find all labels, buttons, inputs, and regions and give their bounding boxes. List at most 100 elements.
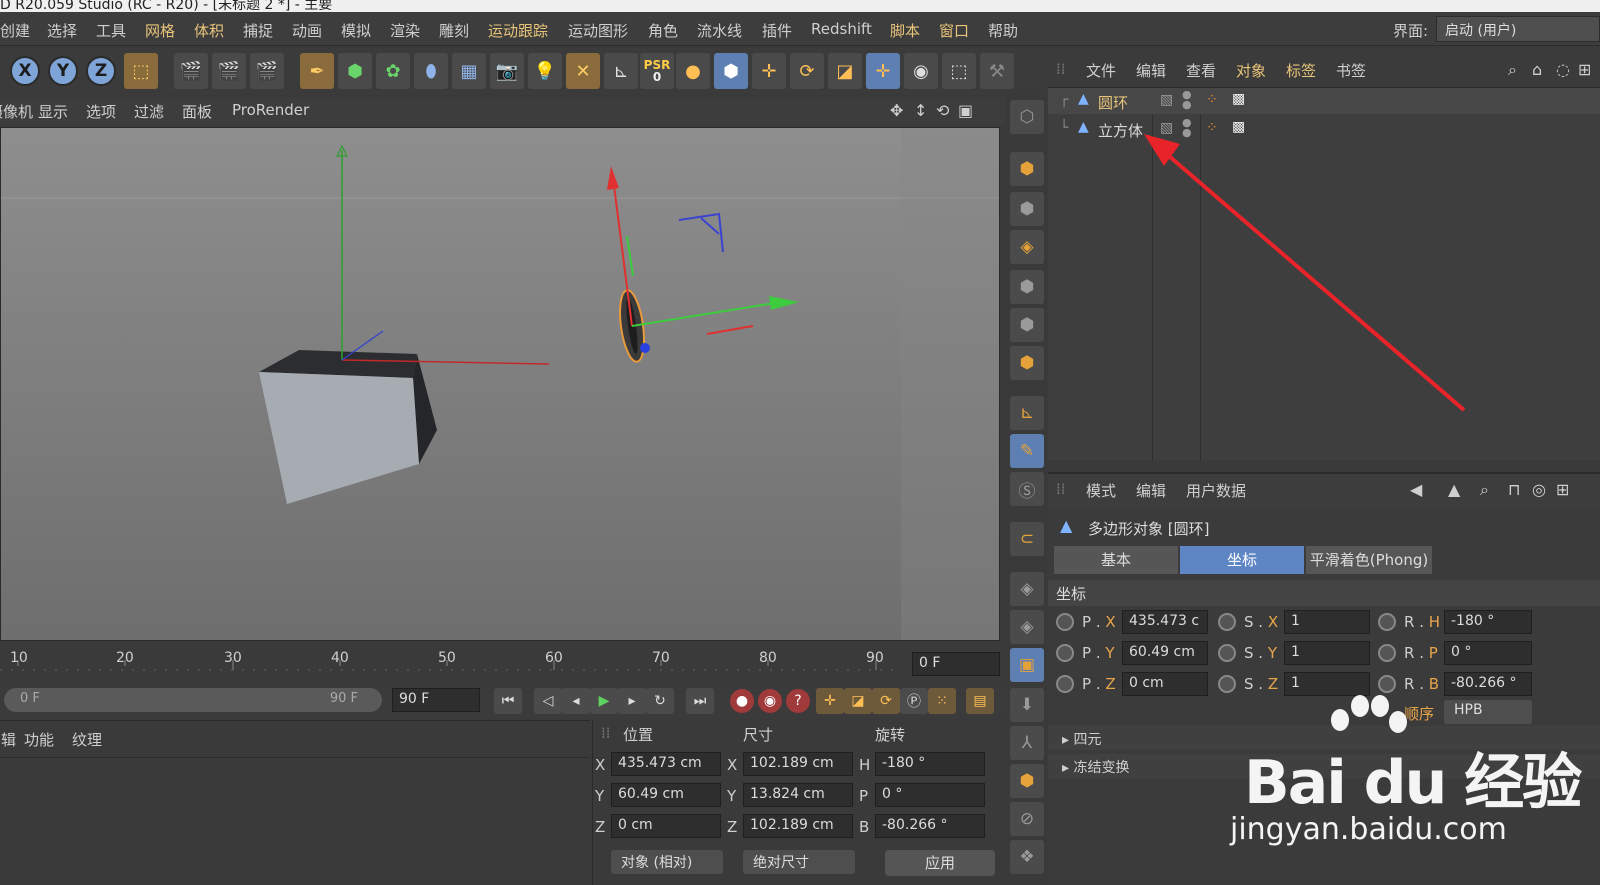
lock-z-axis-button[interactable]: Z (86, 56, 116, 86)
freeze-transform-group[interactable]: ▸ 冻结变换 (1048, 754, 1600, 778)
key-param-button[interactable]: Ⓟ (900, 688, 928, 714)
move-tool-button[interactable]: ✛ (752, 53, 786, 89)
tweak-mode-button[interactable]: ✎ (1010, 434, 1044, 468)
om-search-icon[interactable]: ⌕ (1508, 60, 1517, 80)
am-up-arrow-icon[interactable]: ▲ (1448, 480, 1460, 499)
coord-pos-z-field[interactable]: 0 cm (611, 814, 721, 838)
camera-button[interactable]: 📷 (490, 53, 524, 89)
am-search-icon[interactable]: ⌕ (1480, 480, 1489, 500)
coord-size-mode-dropdown[interactable]: 绝对尺寸 (743, 850, 855, 874)
preview-range-slider[interactable]: 0 F 90 F (4, 688, 382, 712)
model-mode-button[interactable]: ⬢ (714, 53, 748, 89)
snap-button[interactable]: ✕ (566, 53, 600, 89)
menu-snap[interactable]: 捕捉 (243, 20, 273, 41)
make-editable-button[interactable]: ⬡ (1010, 100, 1044, 134)
menu-pipeline[interactable]: 流水线 (697, 20, 742, 41)
drop-to-floor-button[interactable]: ⬇ (1010, 688, 1044, 722)
cube-primitive-button[interactable]: ⬢ (338, 53, 372, 89)
menu-mesh[interactable]: 网格 (145, 20, 175, 41)
menu-redshift[interactable]: Redshift (811, 20, 872, 38)
menu-window[interactable]: 窗口 (939, 20, 969, 41)
solo-button[interactable]: Ⓢ (1010, 472, 1044, 506)
autokey-button[interactable]: ◉ (758, 689, 782, 713)
tab-phong[interactable]: 平滑着色(Phong) (1306, 546, 1432, 574)
menu-animate[interactable]: 动画 (292, 20, 322, 41)
om-menu-bookmarks[interactable]: 书签 (1336, 60, 1366, 81)
point-mode-button[interactable]: ⬢ (1010, 270, 1044, 304)
anim-radio-py[interactable] (1056, 644, 1074, 662)
rect-select-button[interactable]: ⬚ (942, 53, 976, 89)
polygon-mode-button[interactable]: ⬢ (1010, 346, 1044, 380)
vp-menu-panel[interactable]: 面板 (182, 101, 212, 122)
joint-button[interactable]: ⅄ (1010, 726, 1044, 760)
model-mode-side-button[interactable]: ⬢ (1010, 152, 1044, 186)
key-rotation-button[interactable]: ⟳ (872, 688, 900, 714)
rotation-order-dropdown[interactable]: HPB (1444, 700, 1532, 724)
xyz-sequence-button[interactable]: ● (676, 53, 710, 89)
field-py[interactable]: 60.49 cm (1122, 641, 1208, 665)
lock-y-axis-button[interactable]: Y (48, 56, 78, 86)
anim-radio-rp[interactable] (1378, 644, 1396, 662)
tab-basic[interactable]: 基本 (1054, 546, 1178, 574)
viewport-solo-button[interactable]: ▣ (1010, 648, 1044, 682)
menu-motion-tracker[interactable]: 运动跟踪 (488, 20, 548, 41)
material-tag-icon[interactable]: ⁘ (1206, 92, 1218, 108)
goto-end-button[interactable]: ⏭ (686, 688, 714, 714)
field-sz[interactable]: 1 (1284, 672, 1370, 696)
om-menu-tags[interactable]: 标签 (1286, 60, 1316, 81)
texture-tag-icon[interactable]: ▩ (1232, 91, 1245, 107)
prev-frame-button[interactable]: ◂ (562, 688, 590, 714)
workplane-mode-button[interactable]: ◈ (1010, 230, 1044, 264)
field-sy[interactable]: 1 (1284, 641, 1370, 665)
layer-swatch-icon[interactable]: ▧ (1160, 92, 1173, 108)
coord-size-z-field[interactable]: 102.189 cm (743, 814, 853, 838)
live-select-button[interactable]: ◉ (904, 53, 938, 89)
vp-menu-camera[interactable]: 摄像机 (0, 101, 33, 122)
rotate-tool-button[interactable]: ⟳ (790, 53, 824, 89)
am-menu-userdata[interactable]: 用户数据 (1186, 480, 1246, 501)
mat-menu-function[interactable]: 功能 (24, 729, 54, 750)
key-position-button[interactable]: ✛ (816, 688, 844, 714)
material-tag-icon-2[interactable]: ⁘ (1206, 120, 1218, 136)
render-settings-button[interactable]: 🎬 (250, 53, 284, 89)
python-button[interactable]: ❖ (1010, 840, 1044, 874)
menu-tools[interactable]: 工具 (96, 20, 126, 41)
menu-create[interactable]: 创建 (0, 20, 30, 41)
menu-character[interactable]: 角色 (648, 20, 678, 41)
vp-menu-display[interactable]: 显示 (38, 101, 68, 122)
vp-rotate-icon[interactable]: ⟲ (936, 101, 949, 120)
anim-radio-pz[interactable] (1056, 675, 1074, 693)
coord-size-y-field[interactable]: 13.824 cm (743, 783, 853, 807)
object-name-cube[interactable]: 立方体 (1098, 120, 1143, 141)
light-button[interactable]: 💡 (528, 53, 562, 89)
floor-button[interactable]: ▦ (452, 53, 486, 89)
vp-menu-prorender[interactable]: ProRender (232, 101, 309, 119)
paint-button[interactable]: ⬢ (1010, 764, 1044, 798)
om-menu-objects[interactable]: 对象 (1236, 60, 1266, 81)
field-sx[interactable]: 1 (1284, 610, 1370, 634)
deformer-button[interactable]: ⬮ (414, 53, 448, 89)
workplane-button[interactable]: ⊾ (604, 53, 638, 89)
key-pla-button[interactable]: ⁙ (928, 688, 956, 714)
object-name-torus[interactable]: 圆环 (1098, 92, 1128, 113)
coord-rot-p-field[interactable]: 0 ° (875, 783, 985, 807)
keyframe-selection-button[interactable]: ? (786, 689, 810, 713)
visibility-dots-icon[interactable]: ● ● (1182, 89, 1192, 110)
vp-menu-filter[interactable]: 过滤 (134, 101, 164, 122)
goto-start-button[interactable]: ⏮ (494, 688, 522, 714)
render-view-button[interactable]: 🎬 (174, 53, 208, 89)
lock-x-axis-button[interactable]: X (10, 56, 40, 86)
snap-magnet-button[interactable]: ⊂ (1010, 522, 1044, 556)
object-row-torus[interactable]: ┌ ▲ 圆环 ▧ ● ● ⁘ ▩ (1048, 88, 1600, 114)
timeline-ruler[interactable]: 10 20 30 40 50 60 70 80 90 0 F (0, 646, 1000, 682)
ik-button[interactable]: ⚒ (980, 53, 1014, 89)
om-home-icon[interactable]: ⌂ (1532, 60, 1542, 79)
vp-move-icon[interactable]: ✥ (890, 101, 903, 120)
menu-select[interactable]: 选择 (47, 20, 77, 41)
menu-script[interactable]: 脚本 (890, 20, 920, 41)
menu-sculpt[interactable]: 雕刻 (439, 20, 469, 41)
layer-swatch-icon-2[interactable]: ▧ (1160, 120, 1173, 136)
coordinate-system-button[interactable]: ⬚ (124, 53, 158, 89)
am-target-icon[interactable]: ◎ (1532, 480, 1546, 499)
key-scale-button[interactable]: ◪ (844, 688, 872, 714)
